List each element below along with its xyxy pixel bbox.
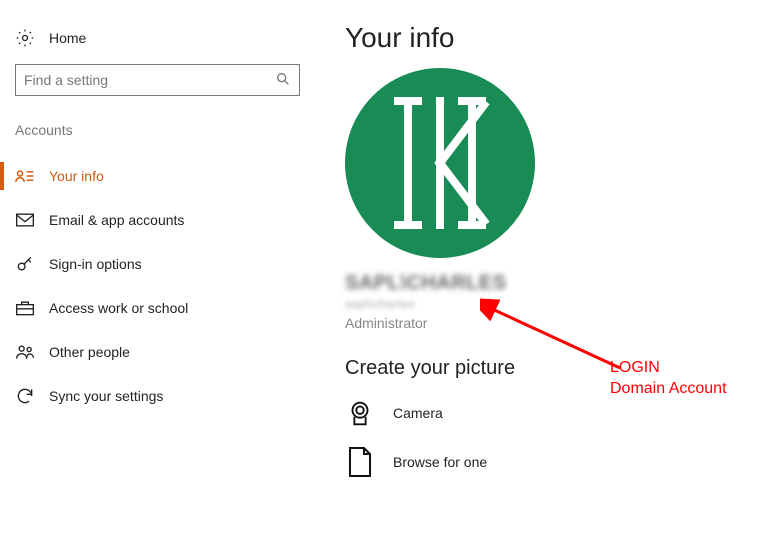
search-input[interactable]: Find a setting [15,64,300,96]
avatar [345,68,535,258]
sidebar-item-label: Other people [49,344,130,360]
envelope-icon [15,212,35,228]
home-label: Home [49,30,86,46]
sidebar-item-label: Sign-in options [49,256,142,272]
sidebar-item-label: Sync your settings [49,388,163,404]
sidebar-item-your-info[interactable]: Your info [15,154,315,198]
browse-label: Browse for one [393,454,487,470]
sidebar-item-label: Access work or school [49,300,188,316]
account-username: SAPL\CHARLES [345,272,745,295]
annotation-text: LOGIN Domain Account [610,358,727,400]
annotation-line2: Domain Account [610,379,727,400]
sidebar-item-email-accounts[interactable]: Email & app accounts [15,198,315,242]
camera-option[interactable]: Camera [345,398,745,428]
sidebar-item-label: Your info [49,168,104,184]
section-label: Accounts [15,122,315,138]
sidebar-item-label: Email & app accounts [49,212,184,228]
search-icon [275,71,291,90]
sidebar-item-sync-settings[interactable]: Sync your settings [15,374,315,418]
camera-icon [345,398,375,428]
search-placeholder: Find a setting [24,72,108,88]
camera-label: Camera [393,405,443,421]
people-icon [15,343,35,361]
sidebar-item-access-work-school[interactable]: Access work or school [15,286,315,330]
browse-option[interactable]: Browse for one [345,446,745,478]
key-icon [15,254,35,274]
account-role: Administrator [345,315,745,331]
gear-icon [15,28,35,48]
annotation-line1: LOGIN [610,358,727,379]
file-icon [345,446,375,478]
sidebar-item-other-people[interactable]: Other people [15,330,315,374]
home-button[interactable]: Home [15,28,315,48]
person-card-icon [15,167,35,185]
page-title: Your info [345,22,745,54]
sync-icon [15,386,35,406]
account-subline: sapl\charles [345,297,745,311]
sidebar-item-signin-options[interactable]: Sign-in options [15,242,315,286]
briefcase-icon [15,299,35,317]
